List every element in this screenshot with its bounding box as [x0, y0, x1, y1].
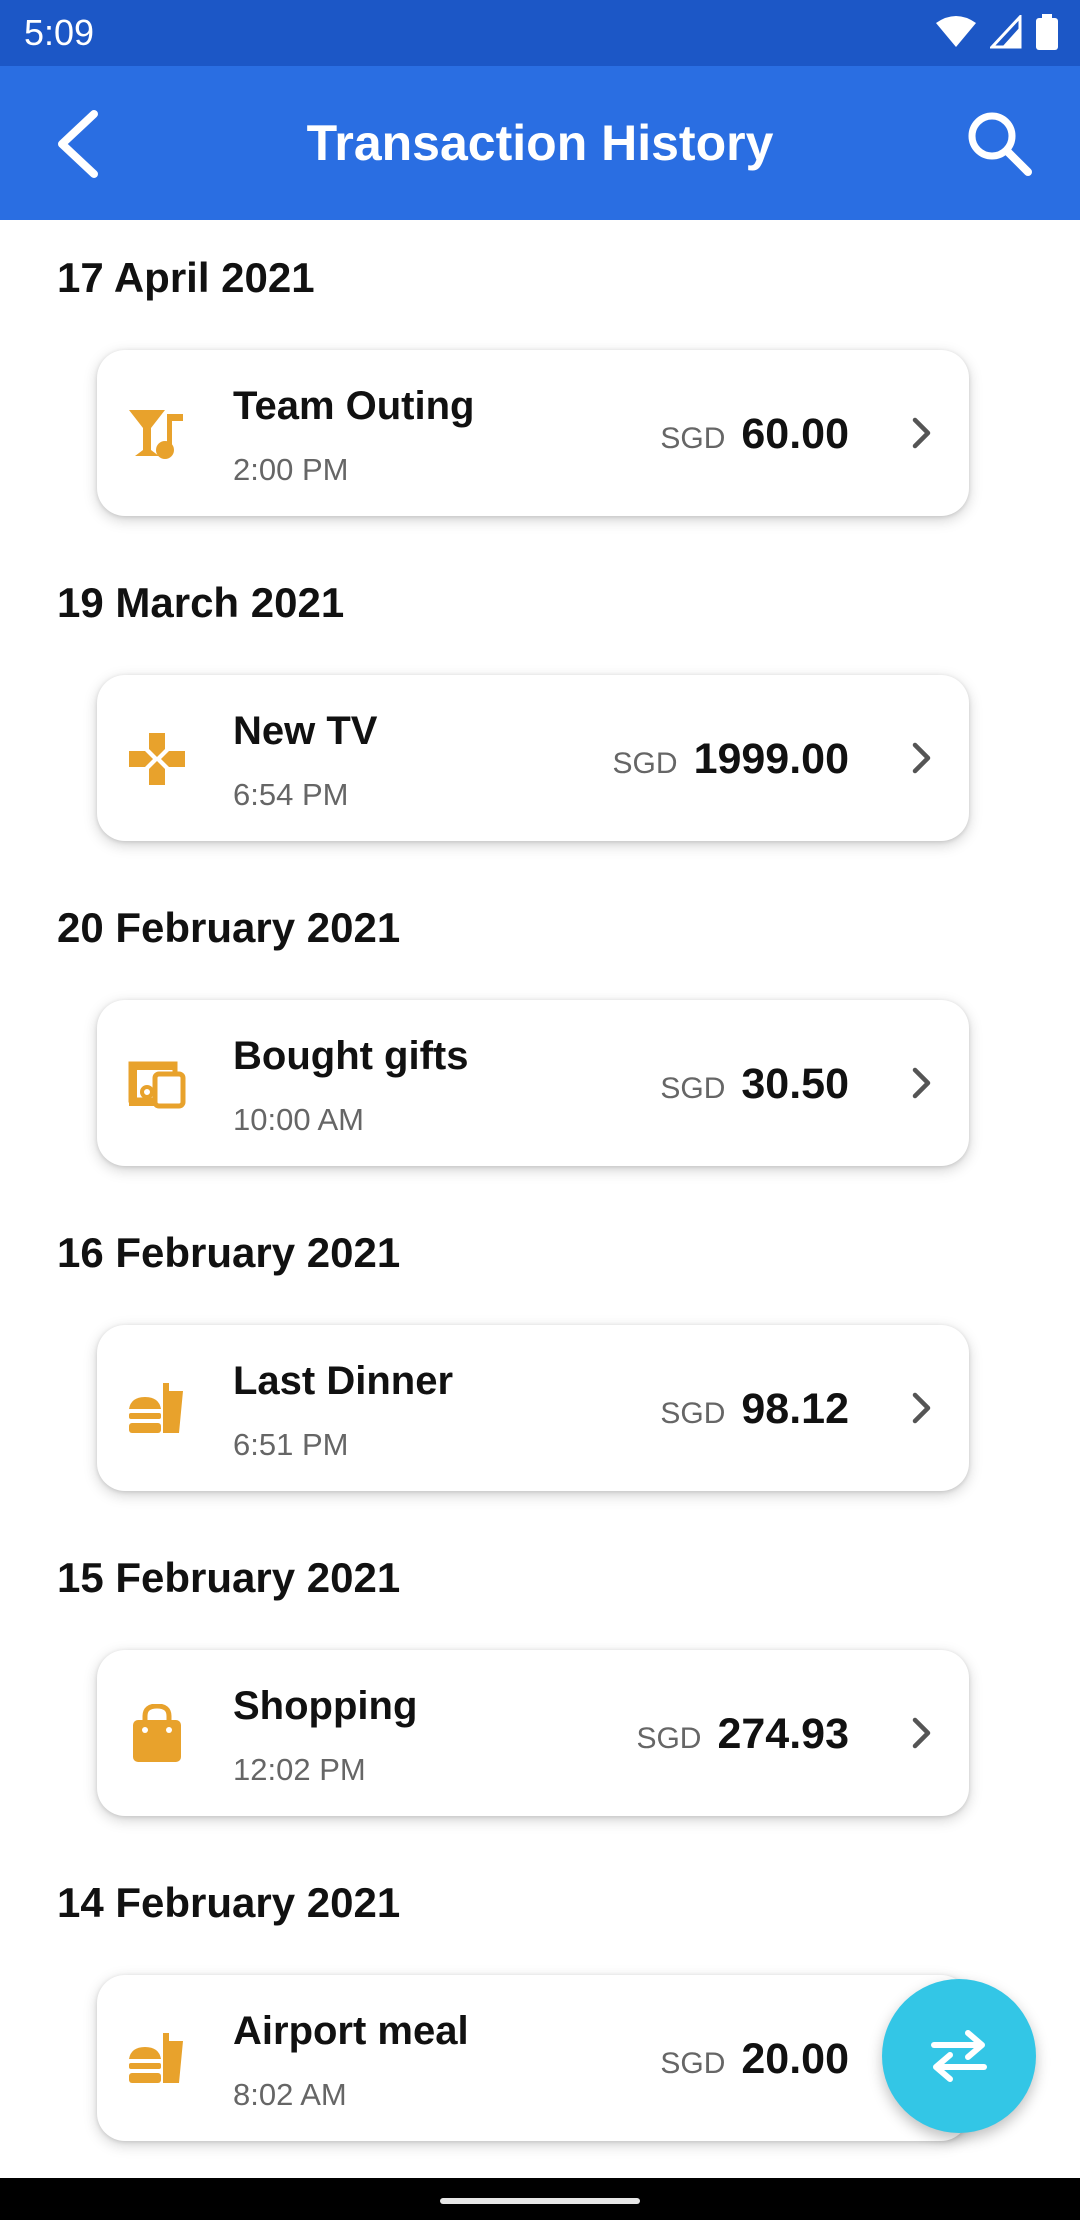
- transaction-amount: 30.50: [741, 1060, 849, 1108]
- shopping-bag-icon: [133, 1704, 181, 1762]
- transaction-amount: 274.93: [717, 1710, 849, 1758]
- date-group: 19 March 2021 New TV 6:54 PM SGD 1999.00: [0, 545, 1080, 870]
- swap-arrows-icon: [931, 2030, 987, 2082]
- status-bar: 5:09: [0, 0, 1080, 66]
- devices-icon: [128, 1061, 186, 1109]
- currency-label: SGD: [660, 1397, 726, 1430]
- wifi-icon: [936, 16, 976, 47]
- transaction-card[interactable]: New TV 6:54 PM SGD 1999.00: [97, 675, 969, 841]
- currency-label: SGD: [660, 1072, 726, 1105]
- transaction-card[interactable]: Shopping 12:02 PM SGD 274.93: [97, 1650, 969, 1816]
- transaction-time: 8:02 AM: [233, 2077, 347, 2112]
- date-header: 14 February 2021: [57, 1879, 401, 1926]
- transaction-time: 6:54 PM: [233, 777, 349, 812]
- page-title: Transaction History: [306, 115, 774, 171]
- date-group: 20 February 2021 Bought gifts 10:00 AM S…: [0, 870, 1080, 1195]
- transaction-amount-group: SGD 30.50: [660, 1060, 849, 1109]
- transaction-name: Bought gifts: [233, 1034, 469, 1078]
- search-button[interactable]: [962, 106, 1038, 182]
- date-group: 16 February 2021 Last Dinner 6:51 PM SGD…: [0, 1195, 1080, 1520]
- date-header: 17 April 2021: [57, 254, 315, 301]
- status-time: 5:09: [24, 12, 95, 53]
- transaction-amount: 20.00: [741, 2035, 849, 2083]
- transaction-amount: 60.00: [741, 410, 849, 458]
- chevron-right-icon: [912, 742, 931, 774]
- transaction-card[interactable]: Team Outing 2:00 PM SGD 60.00: [97, 350, 969, 516]
- transaction-amount: 98.12: [741, 1385, 849, 1433]
- chevron-right-icon: [912, 1067, 931, 1099]
- transaction-name: New TV: [233, 709, 378, 753]
- app-bar: Transaction History: [0, 66, 1080, 220]
- transaction-time: 12:02 PM: [233, 1752, 366, 1787]
- date-header: 19 March 2021: [57, 579, 345, 626]
- chevron-right-icon: [912, 1717, 931, 1749]
- transaction-time: 10:00 AM: [233, 1102, 364, 1137]
- transaction-card[interactable]: Airport meal 8:02 AM SGD 20.00: [97, 1975, 969, 2141]
- transaction-name: Team Outing: [233, 384, 475, 428]
- transaction-card[interactable]: Bought gifts 10:00 AM SGD 30.50: [97, 1000, 969, 1166]
- status-icons: [936, 14, 1058, 50]
- transaction-name: Shopping: [233, 1684, 418, 1728]
- fastfood-icon: [129, 2033, 183, 2083]
- transaction-amount-group: SGD 1999.00: [613, 735, 849, 784]
- currency-label: SGD: [660, 422, 726, 455]
- chevron-right-icon: [912, 1392, 931, 1424]
- transaction-name: Last Dinner: [233, 1359, 454, 1403]
- home-gesture-handle[interactable]: [440, 2198, 640, 2204]
- currency-label: SGD: [660, 2047, 726, 2080]
- date-group: 15 February 2021 Shopping 12:02 PM SGD 2…: [0, 1520, 1080, 1845]
- transaction-amount-group: SGD 98.12: [660, 1385, 849, 1434]
- search-icon: [968, 112, 1032, 176]
- date-header: 20 February 2021: [57, 904, 401, 951]
- transaction-amount-group: SGD 20.00: [660, 2035, 849, 2084]
- date-group: 17 April 2021 Team Outing 2:00 PM SGD 60…: [0, 220, 1080, 545]
- system-navigation-bar: [0, 2178, 1080, 2220]
- fastfood-icon: [129, 1383, 183, 1433]
- transaction-amount-group: SGD 60.00: [660, 410, 849, 459]
- transaction-time: 2:00 PM: [233, 452, 349, 487]
- signal-icon: [990, 15, 1022, 49]
- swap-fab-button[interactable]: [882, 1979, 1036, 2133]
- cocktail-music-icon: [129, 410, 183, 459]
- date-header: 15 February 2021: [57, 1554, 401, 1601]
- date-header: 16 February 2021: [57, 1229, 401, 1276]
- currency-label: SGD: [612, 747, 678, 780]
- transaction-amount-group: SGD 274.93: [636, 1710, 849, 1759]
- transaction-time: 6:51 PM: [233, 1427, 349, 1462]
- transaction-card[interactable]: Last Dinner 6:51 PM SGD 98.12: [97, 1325, 969, 1491]
- transaction-name: Airport meal: [233, 2009, 469, 2053]
- transaction-list: 17 April 2021 Team Outing 2:00 PM SGD 60…: [0, 220, 1080, 2178]
- gamepad-icon: [129, 733, 185, 785]
- currency-label: SGD: [636, 1722, 702, 1755]
- chevron-right-icon: [912, 417, 931, 449]
- battery-icon: [1036, 14, 1058, 50]
- transaction-amount: 1999.00: [693, 735, 849, 783]
